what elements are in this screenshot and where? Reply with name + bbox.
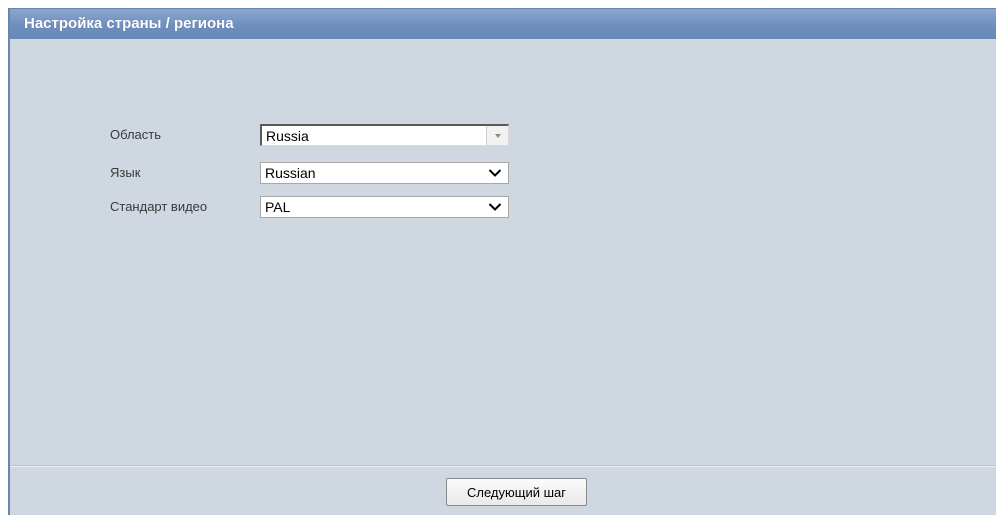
video-standard-value: PAL [265,199,291,215]
region-dropdown-button[interactable] [486,126,508,145]
chevron-down-icon [488,169,502,177]
region-combobox[interactable]: Russia [260,124,509,146]
next-step-button[interactable]: Следующий шаг [446,478,587,506]
panel-title-bar: Настройка страны / региона [10,9,996,39]
video-standard-select[interactable]: PAL [260,196,509,218]
chevron-down-icon [488,203,502,211]
footer-divider [10,465,996,467]
panel-title: Настройка страны / региона [24,15,234,32]
region-settings-panel: Настройка страны / региона Область Russi… [8,8,996,515]
triangle-down-icon [495,134,501,138]
language-value: Russian [265,165,316,181]
region-value: Russia [266,128,309,144]
language-row: Язык Russian [10,162,610,184]
language-label: Язык [110,165,141,180]
video-standard-label: Стандарт видео [110,199,208,214]
video-standard-row: Стандарт видео PAL [10,196,610,218]
region-label: Область [110,127,162,142]
region-row: Область Russia [10,124,610,146]
language-select[interactable]: Russian [260,162,509,184]
